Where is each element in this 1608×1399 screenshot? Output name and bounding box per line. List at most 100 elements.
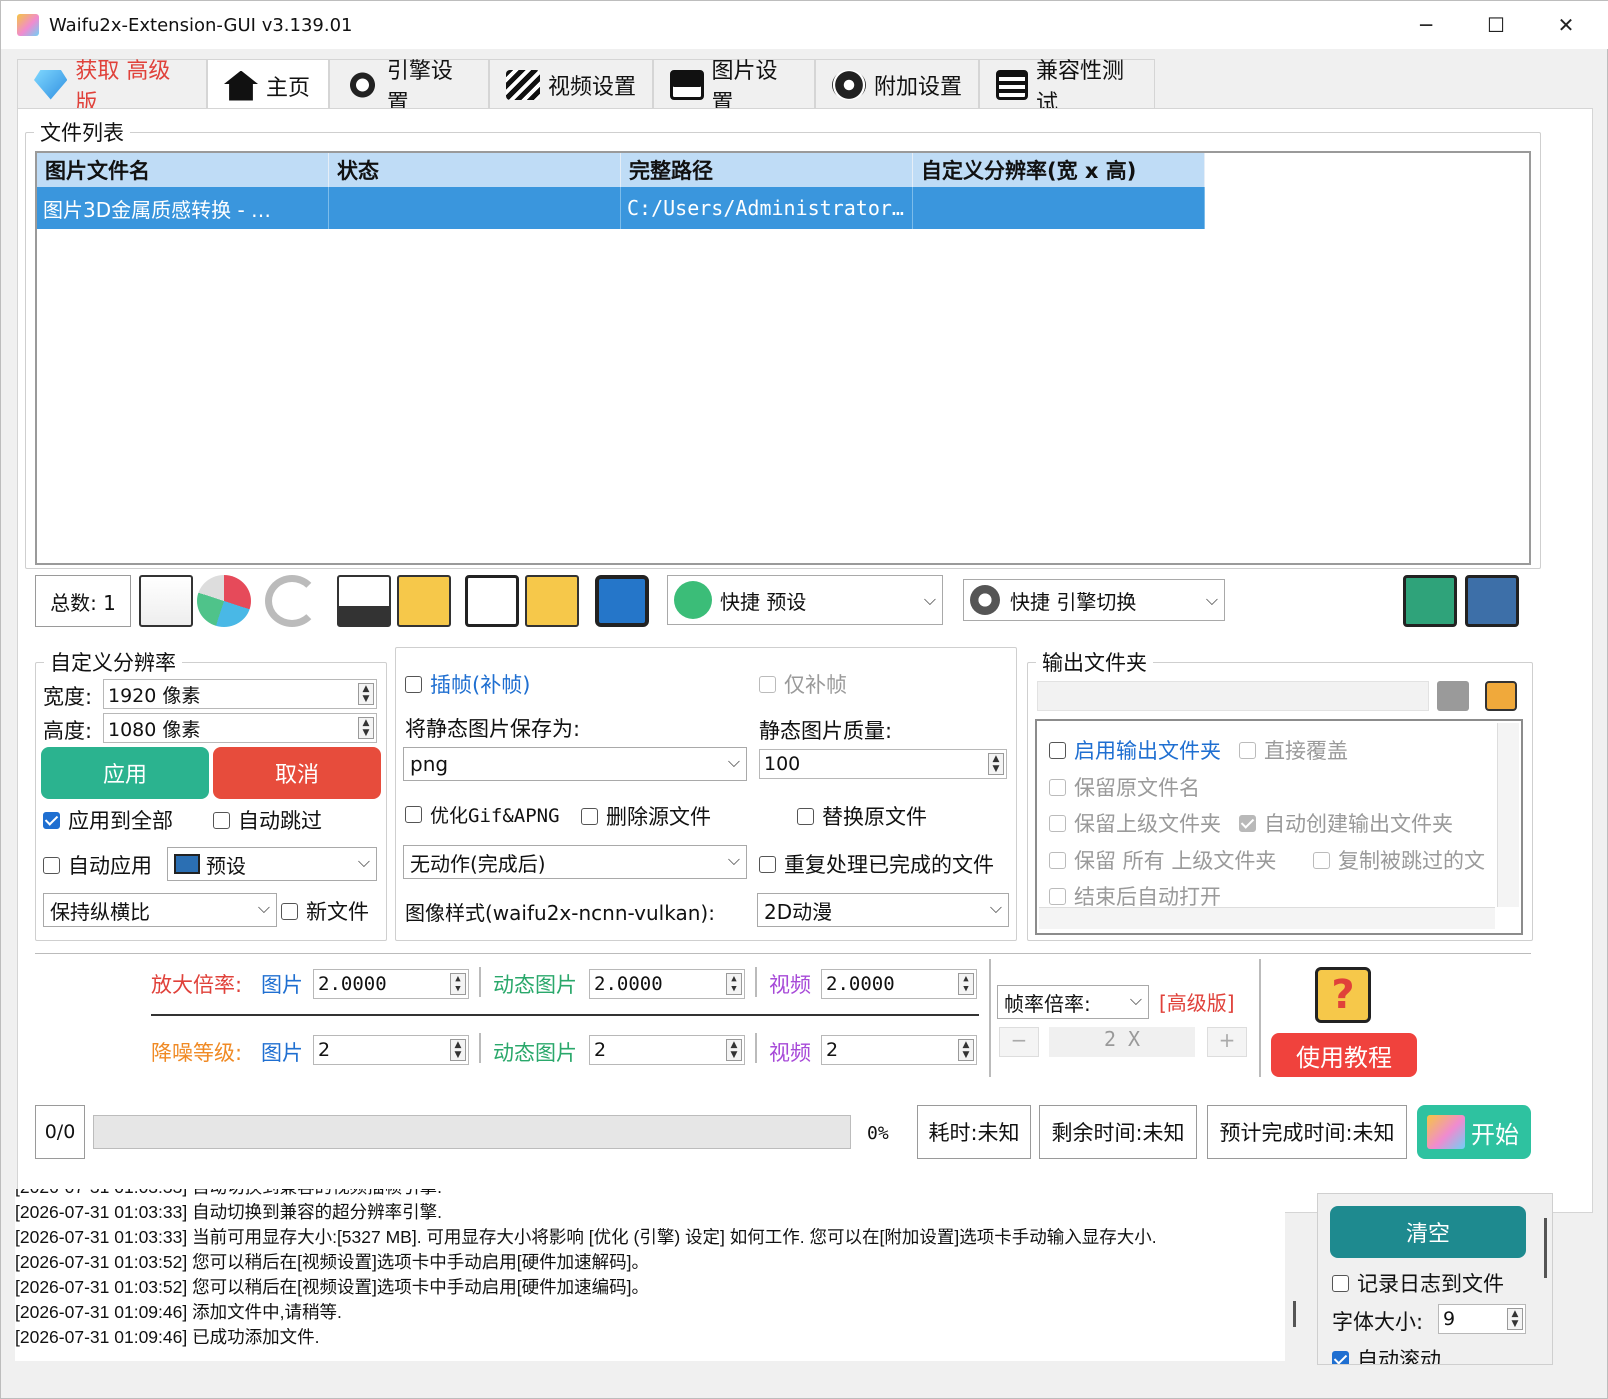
copy-skipped-checkbox[interactable]: 复制被跳过的文 [1313,845,1499,875]
save-log-checkbox[interactable]: 记录日志到文件 [1332,1268,1504,1298]
engine-switch-select[interactable]: 快捷 引擎切换 ⌵ [963,579,1225,621]
clear-list-icon[interactable] [197,575,251,627]
keep-name-checkbox[interactable]: 保留原文件名 [1049,772,1200,802]
tab-additional-settings[interactable]: 附加设置 [815,59,979,109]
spin-buttons[interactable]: ▲ ▼ [958,1039,974,1061]
image-style-select[interactable]: 2D动漫 ⌵ [757,893,1009,927]
table-row[interactable]: 图片3D金属质感转换 - … C:/Users/Administrator… [37,187,1205,229]
spin-buttons[interactable]: ▲ ▼ [450,1039,466,1061]
spin-buttons[interactable]: ▲ ▼ [1507,1308,1523,1330]
interpolation-checkbox[interactable]: 插帧(补帧) [405,669,530,699]
replace-source-checkbox[interactable]: 替换原文件 [797,801,927,831]
log-scrollbar[interactable] [1293,1301,1296,1327]
spin-buttons[interactable]: ▲ ▼ [726,1039,742,1061]
close-button[interactable]: ✕ [1531,1,1601,49]
after-action-select[interactable]: 无动作(完成后) ⌵ [403,845,747,879]
settings-book-icon[interactable] [1465,575,1519,627]
monitor-icon [174,854,200,874]
save-file-list-icon[interactable] [337,575,391,627]
apply-all-checkbox[interactable]: 应用到全部 [43,805,173,835]
denoise-video-value: 2 [826,1039,839,1061]
height-input[interactable]: 1080 像素 ▲ ▼ [103,713,377,743]
auto-apply-checkbox[interactable]: 自动应用 [43,850,152,880]
open-output-icon[interactable] [1485,681,1517,711]
column-status[interactable]: 状态 [329,153,621,187]
preset-select[interactable]: 快捷 预设 ⌵ [667,575,943,625]
horizontal-scrollbar[interactable] [1039,907,1495,929]
column-filename[interactable]: 图片文件名 [37,153,329,187]
enable-output-checkbox[interactable]: 启用输出文件夹 [1049,735,1221,765]
spin-buttons[interactable]: ▲ ▼ [726,973,742,995]
spin-buttons[interactable]: ▲ ▼ [358,683,374,705]
main-window: Waifu2x-Extension-GUI v3.139.01 ─ ☐ ✕ 获取… [0,0,1608,1399]
tab-premium[interactable]: 获取 高级版 [17,59,207,116]
denoise-gif-input[interactable]: 2 ▲ ▼ [589,1035,745,1065]
fps-minus-button[interactable]: − [999,1027,1039,1057]
maximize-button[interactable]: ☐ [1461,1,1531,49]
spin-buttons[interactable]: ▲ ▼ [958,973,974,995]
minimize-button[interactable]: ─ [1391,1,1461,49]
folder-open-icon[interactable] [1437,681,1469,711]
checkbox-label: 自动应用 [68,854,152,878]
scale-image-input[interactable]: 2.0000 ▲ ▼ [313,969,469,999]
remove-file-icon[interactable] [139,575,193,627]
scale-gif-input[interactable]: 2.0000 ▲ ▼ [589,969,745,999]
undo-icon[interactable] [265,575,319,627]
checkbox-label: 保留 所有 上级文件夹 [1074,849,1277,873]
tab-compat-test[interactable]: 兼容性测试 [979,59,1155,116]
aspect-select[interactable]: 保持纵横比 ⌵ [43,893,277,927]
keep-parent-checkbox[interactable]: 保留上级文件夹 [1049,808,1221,838]
spin-buttons[interactable]: ▲ ▼ [988,753,1004,775]
save-settings-icon[interactable] [1403,575,1457,627]
auto-create-checkbox[interactable]: 自动创建输出文件夹 [1239,808,1453,838]
chevron-down-icon: ⌵ [923,590,936,609]
interp-only-checkbox[interactable]: 仅补帧 [759,669,847,699]
spin-buttons[interactable]: ▲ ▼ [358,717,374,739]
log-output[interactable]: [2026-07-31 01:03:33] 自动切换到兼容的视频插帧引擎. [2… [15,1189,1285,1361]
column-path[interactable]: 完整路径 [621,153,913,187]
log-controls-scrollbar[interactable] [1544,1218,1547,1278]
vertical-scrollbar[interactable] [1497,723,1519,907]
tab-home[interactable]: 主页 [207,59,329,111]
apply-button[interactable]: 应用 [41,747,209,799]
clear-log-button[interactable]: 清空 [1330,1206,1526,1258]
spin-buttons[interactable]: ▲ ▼ [450,973,466,995]
tab-video-settings[interactable]: 视频设置 [489,59,653,109]
denoise-gif-value: 2 [594,1039,607,1061]
auto-skip-checkbox[interactable]: 自动跳过 [213,805,322,835]
file-table[interactable]: 图片文件名 状态 完整路径 自定义分辨率(宽 x 高) 图片3D金属质感转换 -… [35,151,1531,565]
column-custom-res[interactable]: 自定义分辨率(宽 x 高) [913,153,1205,187]
tutorial-button[interactable]: 使用教程 [1271,1033,1417,1077]
width-input[interactable]: 1920 像素 ▲ ▼ [103,679,377,709]
load-file-list-icon[interactable] [397,575,451,627]
add-image-icon[interactable] [465,575,519,627]
optimize-gif-checkbox[interactable]: 优化Gif&APNG [405,801,560,828]
checkbox-label: 重复处理已完成的文件 [784,853,994,877]
scale-video-input[interactable]: 2.0000 ▲ ▼ [821,969,977,999]
res-preset-select[interactable]: 预设 ⌵ [167,847,377,881]
keep-all-parent-checkbox[interactable]: 保留 所有 上级文件夹 [1049,845,1276,875]
tab-engine-settings[interactable]: 引擎设置 [329,59,489,116]
quality-input[interactable]: 100 ▲ ▼ [759,749,1007,779]
save-format-select[interactable]: png ⌵ [403,747,747,781]
fps-multiplier-select[interactable]: 帧率倍率: ⌵ [997,985,1149,1019]
new-file-checkbox[interactable]: 新文件 [281,896,369,926]
shutdown-icon[interactable] [595,575,649,627]
checkbox-label: 直接覆盖 [1264,739,1348,763]
add-video-icon[interactable] [525,575,579,627]
delete-source-checkbox[interactable]: 删除源文件 [581,801,711,831]
tab-image-settings[interactable]: 图片设置 [653,59,815,116]
overwrite-checkbox[interactable]: 直接覆盖 [1239,735,1348,765]
divider [151,1014,979,1016]
denoise-image-input[interactable]: 2 ▲ ▼ [313,1035,469,1065]
scale-label: 放大倍率: [151,973,243,997]
font-size-input[interactable]: 9 ▲ ▼ [1438,1304,1526,1334]
start-button[interactable]: 开始 [1417,1105,1531,1159]
cancel-button[interactable]: 取消 [213,747,381,799]
denoise-video-input[interactable]: 2 ▲ ▼ [821,1035,977,1065]
reprocess-checkbox[interactable]: 重复处理已完成的文件 [759,849,994,879]
output-path-input[interactable] [1037,681,1429,711]
chevron-down-icon: ⌵ [727,752,740,771]
fps-plus-button[interactable]: + [1207,1027,1247,1057]
autoscroll-checkbox[interactable]: 自动滚动 [1332,1344,1441,1364]
